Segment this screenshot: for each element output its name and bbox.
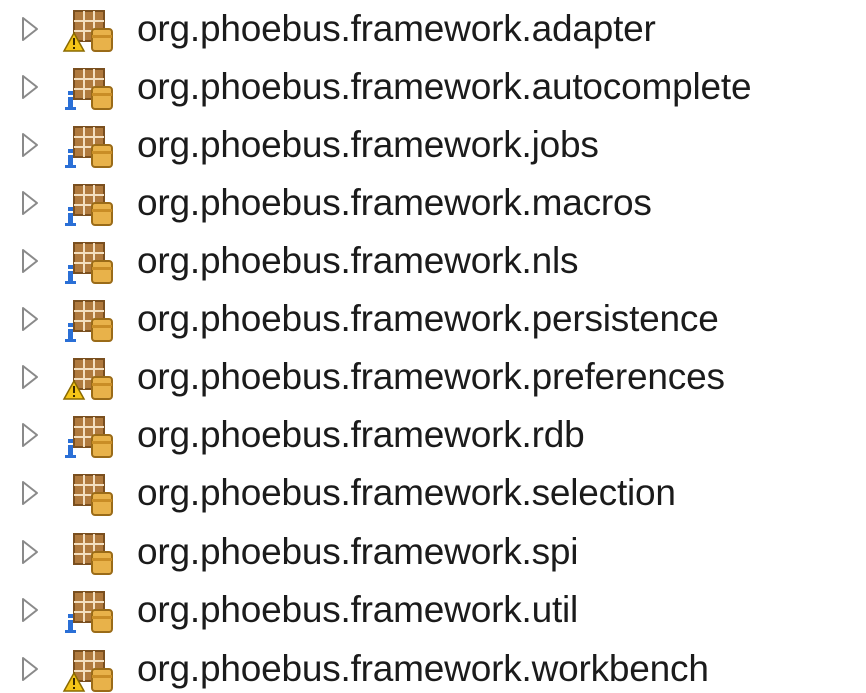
jar-overlay	[91, 434, 113, 458]
expand-arrow-icon[interactable]	[20, 596, 40, 624]
jar-overlay	[91, 260, 113, 284]
tree-item[interactable]: org.phoebus.framework.nls	[0, 232, 866, 290]
jar-overlay	[91, 668, 113, 692]
expand-arrow-icon[interactable]	[20, 131, 40, 159]
jar-overlay	[91, 144, 113, 168]
tree-item-label: org.phoebus.framework.util	[137, 589, 579, 630]
tree-item[interactable]: org.phoebus.framework.rdb	[0, 406, 866, 464]
jar-overlay	[91, 376, 113, 400]
tree-item-label: org.phoebus.framework.spi	[137, 531, 579, 572]
jar-overlay	[91, 318, 113, 342]
tree-item[interactable]: org.phoebus.framework.adapter	[0, 0, 866, 58]
jar-overlay	[91, 202, 113, 226]
expand-arrow-icon[interactable]	[20, 421, 40, 449]
jar-overlay	[91, 492, 113, 516]
tree-item[interactable]: org.phoebus.framework.workbench	[0, 640, 866, 693]
expand-arrow-icon[interactable]	[20, 479, 40, 507]
tree-item[interactable]: org.phoebus.framework.autocomplete	[0, 58, 866, 116]
expand-arrow-icon[interactable]	[20, 247, 40, 275]
jar-overlay	[91, 551, 113, 575]
expand-arrow-icon[interactable]	[20, 363, 40, 391]
jar-overlay	[91, 86, 113, 110]
tree-item-label: org.phoebus.framework.rdb	[137, 414, 585, 455]
expand-arrow-icon[interactable]	[20, 305, 40, 333]
tree-item[interactable]: org.phoebus.framework.preferences	[0, 348, 866, 406]
tree-item-label: org.phoebus.framework.autocomplete	[137, 66, 752, 107]
tree-item[interactable]: org.phoebus.framework.persistence	[0, 290, 866, 348]
expand-arrow-icon[interactable]	[20, 15, 40, 43]
tree-item[interactable]: org.phoebus.framework.jobs	[0, 116, 866, 174]
jar-overlay	[91, 28, 113, 52]
tree-item-label: org.phoebus.framework.preferences	[137, 356, 725, 397]
tree-item[interactable]: org.phoebus.framework.macros	[0, 174, 866, 232]
tree-item-label: org.phoebus.framework.persistence	[137, 298, 719, 339]
expand-arrow-icon[interactable]	[20, 189, 40, 217]
tree-item[interactable]: org.phoebus.framework.util	[0, 581, 866, 639]
tree-item-label: org.phoebus.framework.macros	[137, 182, 652, 223]
tree-item-label: org.phoebus.framework.nls	[137, 240, 579, 281]
expand-arrow-icon[interactable]	[20, 655, 40, 683]
package-explorer-tree: org.phoebus.framework.adapter org.phoebu…	[0, 0, 866, 693]
jar-overlay	[91, 609, 113, 633]
tree-item-label: org.phoebus.framework.workbench	[137, 648, 709, 689]
expand-arrow-icon[interactable]	[20, 73, 40, 101]
tree-item[interactable]: org.phoebus.framework.selection	[0, 464, 866, 522]
tree-item[interactable]: org.phoebus.framework.spi	[0, 523, 866, 581]
tree-item-label: org.phoebus.framework.adapter	[137, 8, 656, 49]
expand-arrow-icon[interactable]	[20, 538, 40, 566]
tree-item-label: org.phoebus.framework.selection	[137, 472, 676, 513]
tree-item-label: org.phoebus.framework.jobs	[137, 124, 599, 165]
